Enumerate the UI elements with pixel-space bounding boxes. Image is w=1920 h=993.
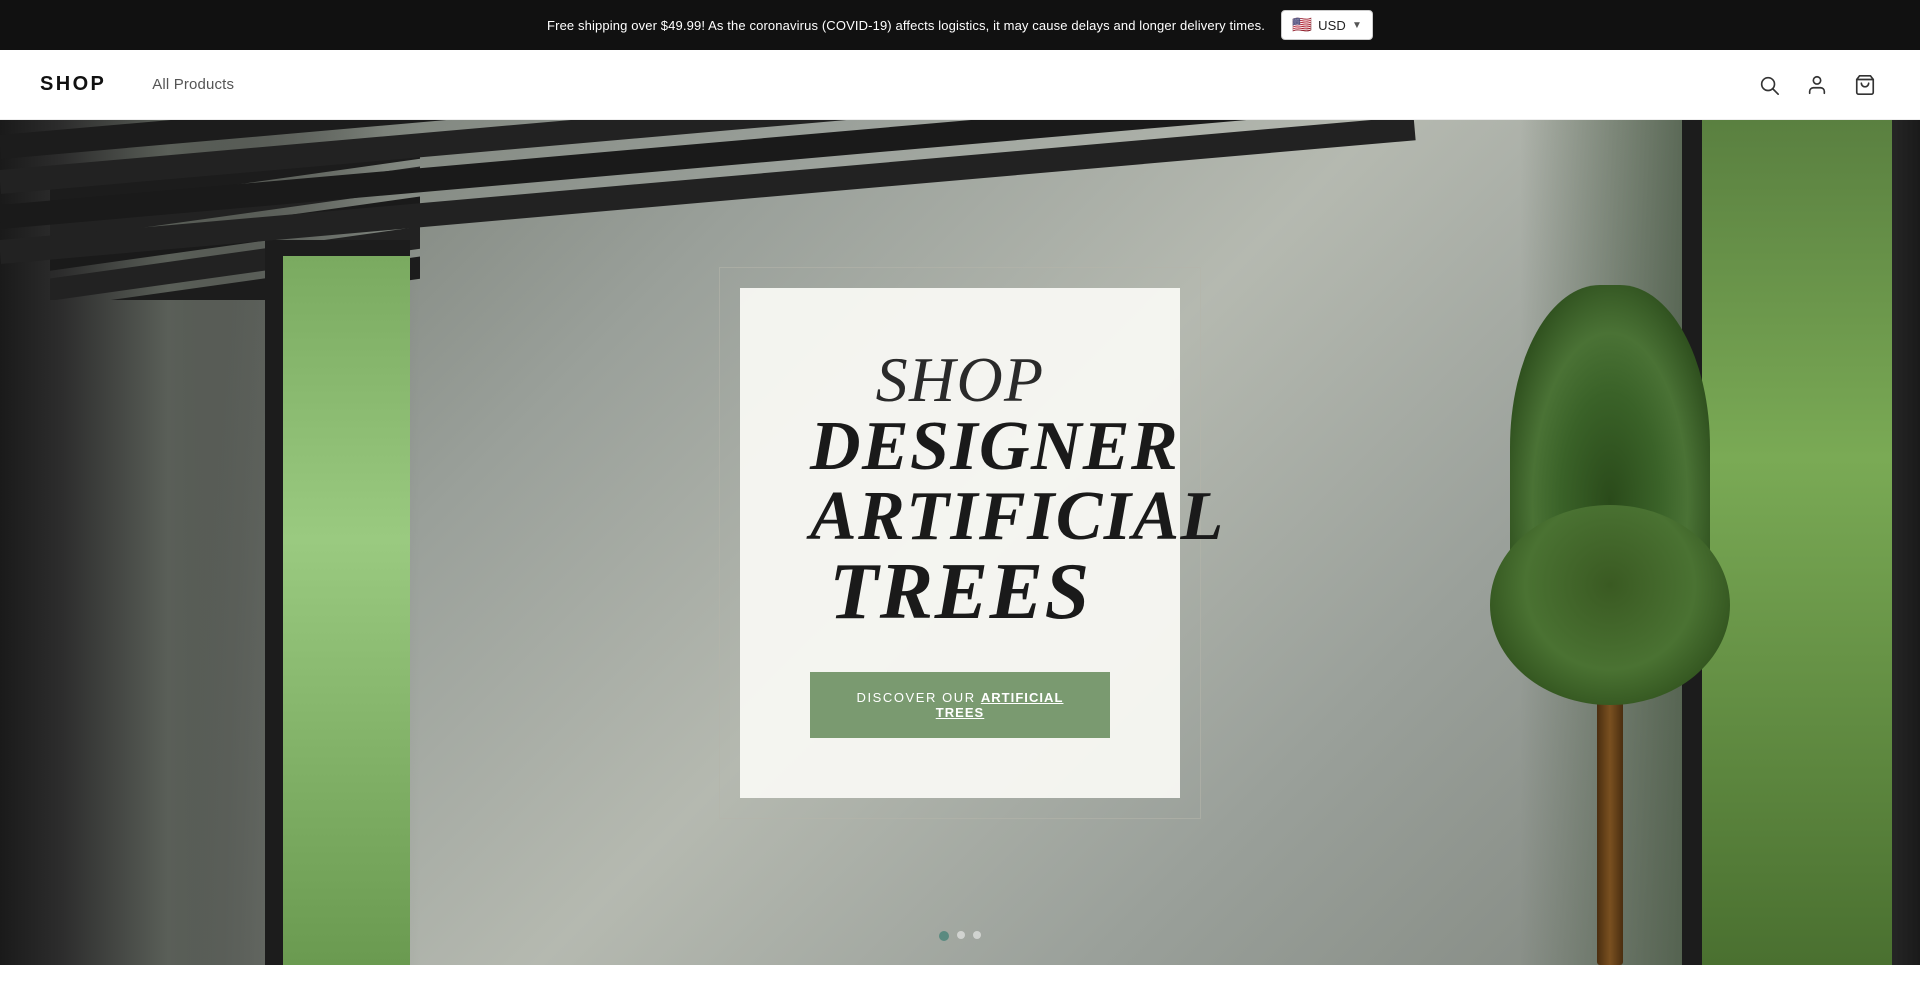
hero-cta-button[interactable]: DISCOVER OUR ARTIFICIAL TREES <box>810 672 1110 738</box>
account-icon <box>1806 74 1828 96</box>
currency-selector[interactable]: 🇺🇸 USD ▼ <box>1281 10 1373 40</box>
chevron-down-icon: ▼ <box>1352 20 1362 31</box>
carousel-dot-3[interactable] <box>973 931 981 939</box>
hero-title-line2: DESIGNER <box>810 412 1110 482</box>
hero-title-line3: ARTIFICIAL <box>810 482 1110 552</box>
tree <box>1530 285 1690 965</box>
main-nav: All Products <box>136 76 1754 93</box>
flag-icon: 🇺🇸 <box>1292 15 1312 35</box>
currency-label: USD <box>1318 18 1346 33</box>
hero-title-line4: TREES <box>810 552 1110 632</box>
announcement-bar: Free shipping over $49.99! As the corona… <box>0 0 1920 50</box>
tree-foliage-mid <box>1490 505 1730 705</box>
cta-prefix: DISCOVER OUR <box>857 690 981 705</box>
cart-icon <box>1854 74 1876 96</box>
left-window <box>265 240 410 965</box>
account-button[interactable] <box>1802 70 1832 100</box>
carousel-dot-2[interactable] <box>957 931 965 939</box>
search-button[interactable] <box>1754 70 1784 100</box>
search-icon <box>1758 74 1780 96</box>
hero-title-line1: SHOP <box>810 348 1110 412</box>
hero-section: SHOP DESIGNER ARTIFICIAL TREES DISCOVER … <box>0 120 1920 965</box>
right-window <box>1682 120 1892 965</box>
nav-all-products[interactable]: All Products <box>136 76 250 93</box>
header: SHOP All Products <box>0 50 1920 120</box>
carousel-dots <box>939 931 981 941</box>
announcement-text: Free shipping over $49.99! As the corona… <box>547 18 1265 33</box>
hero-card-outer-border: SHOP DESIGNER ARTIFICIAL TREES DISCOVER … <box>719 267 1201 819</box>
cart-button[interactable] <box>1850 70 1880 100</box>
header-icons <box>1754 70 1880 100</box>
site-logo[interactable]: SHOP <box>40 73 106 96</box>
carousel-dot-1[interactable] <box>939 931 949 941</box>
hero-card: SHOP DESIGNER ARTIFICIAL TREES DISCOVER … <box>740 288 1180 798</box>
